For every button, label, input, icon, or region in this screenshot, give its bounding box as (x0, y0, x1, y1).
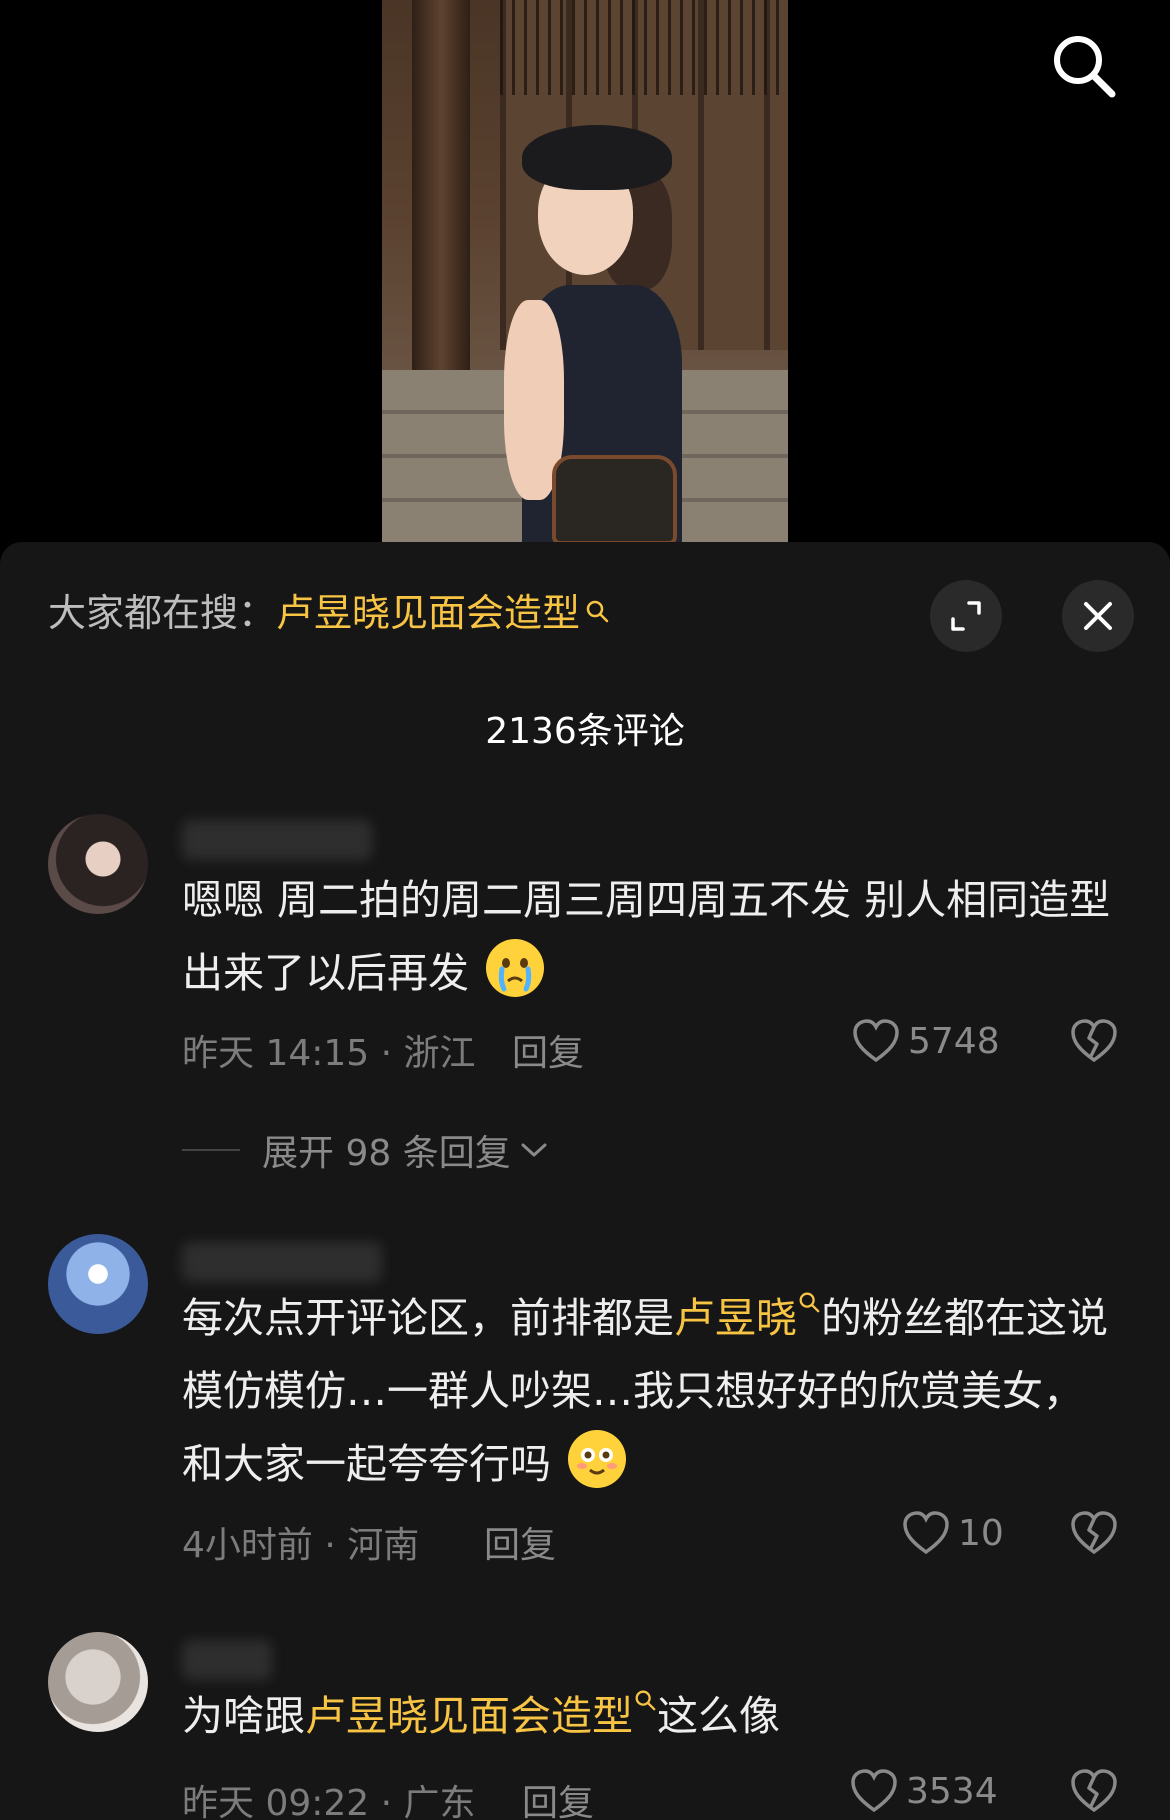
search-icon (635, 1690, 656, 1711)
expand-replies-button[interactable]: 展开 98 条回复 (182, 1124, 549, 1176)
heart-icon (851, 1769, 897, 1813)
comment-text: 嗯嗯 周二拍的周二周三周四周五不发 别人相同造型出来了以后再发 (182, 864, 1112, 1010)
chevron-down-icon (521, 1143, 547, 1157)
comment-body: 嗯嗯 周二拍的周二周三周四周五不发 别人相同造型出来了以后再发 (182, 876, 1111, 997)
broken-heart-icon[interactable] (1070, 1768, 1118, 1818)
comment-time-location: 昨天 14:15 · 浙江 (182, 1033, 476, 1074)
video-person-bag (552, 455, 677, 545)
broken-heart-icon[interactable] (1070, 1510, 1118, 1560)
video-door-lattice (500, 0, 788, 95)
avatar[interactable] (48, 1234, 148, 1334)
expand-icon[interactable] (930, 580, 1002, 652)
avatar[interactable] (48, 814, 148, 914)
search-hint-keyword[interactable]: 卢昱晓见面会造型 (276, 582, 580, 637)
smiling-emoji-icon (568, 1430, 627, 1488)
reply-button[interactable]: 回复 (522, 1774, 594, 1820)
comment-time-location: 昨天 09:22 · 广东 (182, 1783, 476, 1820)
like-count: 3534 (906, 1770, 998, 1812)
search-icon[interactable] (1048, 30, 1120, 102)
like-button[interactable]: 3534 (850, 1768, 998, 1814)
close-icon[interactable] (1062, 580, 1134, 652)
comment-body-end: 这么像 (657, 1692, 780, 1740)
username-blurred[interactable] (182, 820, 372, 860)
comment-sheet: 大家都在搜： 卢昱晓见面会造型 2136条评论 嗯嗯 周二拍的周二周三周四周五不… (0, 542, 1170, 1820)
comment-time-location: 4小时前 · 河南 (182, 1525, 420, 1566)
search-icon (584, 589, 610, 622)
video-person-hat (522, 125, 672, 190)
like-button[interactable]: 10 (902, 1510, 1004, 1556)
comment-body-start: 为啥跟 (182, 1692, 305, 1740)
search-suggestion[interactable]: 大家都在搜： 卢昱晓见面会造型 (48, 582, 610, 637)
video-frame[interactable] (382, 0, 788, 545)
video-pillar (412, 0, 470, 370)
reply-button[interactable]: 回复 (512, 1024, 584, 1076)
comment-keyword-link[interactable]: 卢昱晓见面会造型 (305, 1692, 633, 1740)
broken-heart-icon[interactable] (1070, 1018, 1118, 1068)
heart-icon (903, 1511, 949, 1555)
comment-text: 为啥跟卢昱晓见面会造型 这么像 (182, 1680, 1112, 1753)
like-count: 10 (958, 1512, 1004, 1554)
comment-body-start: 每次点开评论区，前排都是 (182, 1294, 674, 1342)
reply-button[interactable]: 回复 (484, 1516, 556, 1568)
comment-keyword-link[interactable]: 卢昱晓 (674, 1294, 797, 1342)
search-hint-prefix: 大家都在搜： (48, 591, 277, 635)
expand-replies-label: 展开 98 条回复 (262, 1133, 511, 1174)
username-blurred[interactable] (182, 1242, 382, 1282)
heart-icon (853, 1019, 899, 1063)
divider-line (182, 1149, 240, 1151)
comment-text: 每次点开评论区，前排都是卢昱晓 的粉丝都在这说模仿模仿…一群人吵架…我只想好好的欣… (182, 1282, 1112, 1501)
crying-emoji-icon (486, 939, 545, 997)
avatar[interactable] (48, 1632, 148, 1732)
username-blurred[interactable] (182, 1640, 272, 1680)
like-button[interactable]: 5748 (852, 1018, 1000, 1064)
video-player[interactable] (0, 0, 1170, 560)
like-count: 5748 (908, 1020, 1000, 1062)
search-icon (799, 1292, 820, 1313)
comment-count-title: 2136条评论 (485, 711, 685, 752)
